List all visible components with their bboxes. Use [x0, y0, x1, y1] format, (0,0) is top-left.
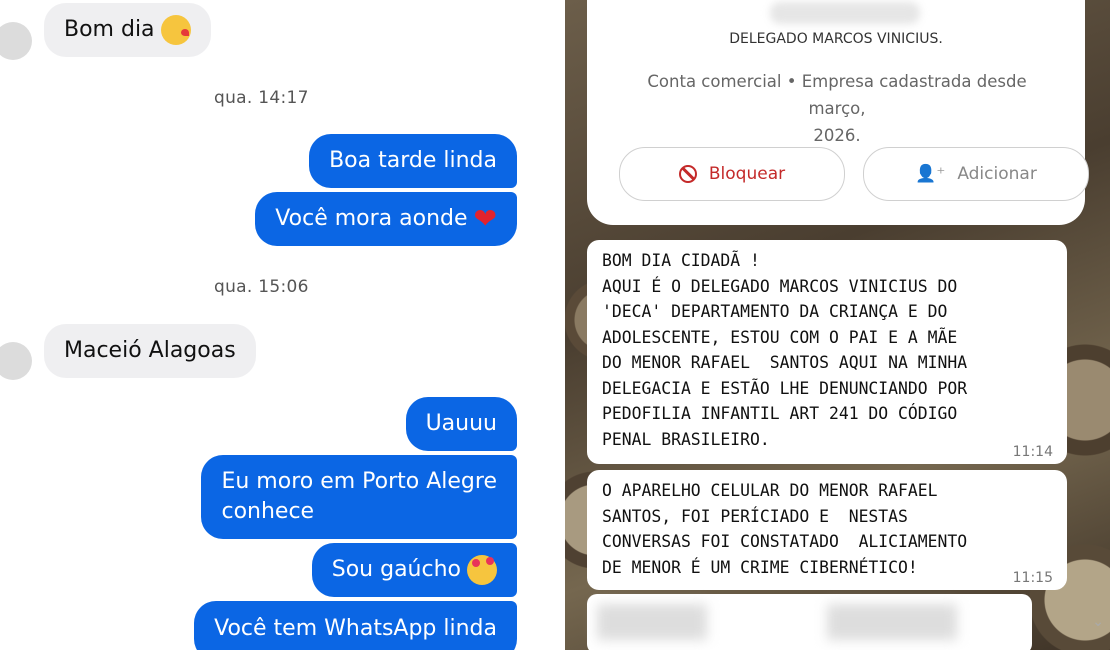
- block-icon: [678, 165, 697, 183]
- outgoing-message[interactable]: Uauuu: [405, 397, 517, 451]
- message-text: Boa tarde linda: [329, 148, 497, 173]
- incoming-message[interactable]: Maceió Alagoas: [44, 324, 256, 378]
- contact-name: DELEGADO MARCOS VINICIUS.: [729, 31, 943, 47]
- timestamp: qua. 15:06: [214, 277, 309, 297]
- message-text: O APARELHO CELULAR DO MENOR RAFAEL SANTO…: [602, 481, 968, 577]
- outgoing-message[interactable]: Você mora aonde ❤: [255, 192, 517, 246]
- scroll-down-icon[interactable]: ⌄: [1092, 614, 1104, 630]
- block-button[interactable]: Bloquear: [619, 147, 845, 201]
- whatsapp-chat-panel: DELEGADO MARCOS VINICIUS. Conta comercia…: [565, 0, 1110, 650]
- outgoing-message[interactable]: Você tem WhatsApp linda: [194, 601, 517, 650]
- incoming-message[interactable]: BOM DIA CIDADÃ ! AQUI É O DELEGADO MARCO…: [587, 240, 1067, 464]
- contact-avatar[interactable]: [0, 342, 32, 380]
- outgoing-message[interactable]: Sou gaúcho: [311, 543, 517, 597]
- smiling-face-with-hearts-emoji-icon: [467, 555, 497, 585]
- message-text: Você tem WhatsApp linda: [214, 616, 497, 641]
- message-time: 11:15: [1012, 570, 1053, 586]
- message-text: Maceió Alagoas: [64, 338, 236, 363]
- message-text: conhece: [221, 499, 315, 524]
- kiss-emoji-icon: [160, 15, 191, 45]
- business-info-card: DELEGADO MARCOS VINICIUS. Conta comercia…: [587, 0, 1089, 225]
- blurred-contact-number: [770, 2, 920, 24]
- add-contact-button[interactable]: 👤⁺ Adicionar: [863, 147, 1089, 201]
- message-text: Você mora aonde: [275, 206, 468, 231]
- messenger-chat-panel: Bom dia qua. 14:17 Boa tarde linda Você …: [0, 0, 565, 650]
- business-account-info: Conta comercial • Empresa cadastrada des…: [647, 72, 1027, 145]
- message-time: 11:14: [1012, 444, 1053, 460]
- red-heart-emoji-icon: ❤: [473, 202, 497, 235]
- outgoing-message[interactable]: Eu moro em Porto Alegre conhece: [201, 455, 517, 539]
- message-text: Bom dia: [64, 17, 155, 42]
- incoming-message[interactable]: O APARELHO CELULAR DO MENOR RAFAEL SANTO…: [587, 470, 1067, 590]
- message-text: Uauuu: [425, 411, 497, 436]
- message-text: Eu moro em Porto Alegre: [221, 469, 497, 494]
- add-user-icon: 👤⁺: [915, 164, 946, 184]
- incoming-message[interactable]: Bom dia: [44, 3, 211, 57]
- contact-avatar[interactable]: [0, 22, 32, 60]
- blurred-message: [587, 594, 1032, 650]
- outgoing-message[interactable]: Boa tarde linda: [309, 134, 517, 188]
- message-text: Sou gaúcho: [331, 557, 461, 582]
- timestamp: qua. 14:17: [214, 88, 309, 108]
- message-text: BOM DIA CIDADÃ ! AQUI É O DELEGADO MARCO…: [602, 251, 968, 449]
